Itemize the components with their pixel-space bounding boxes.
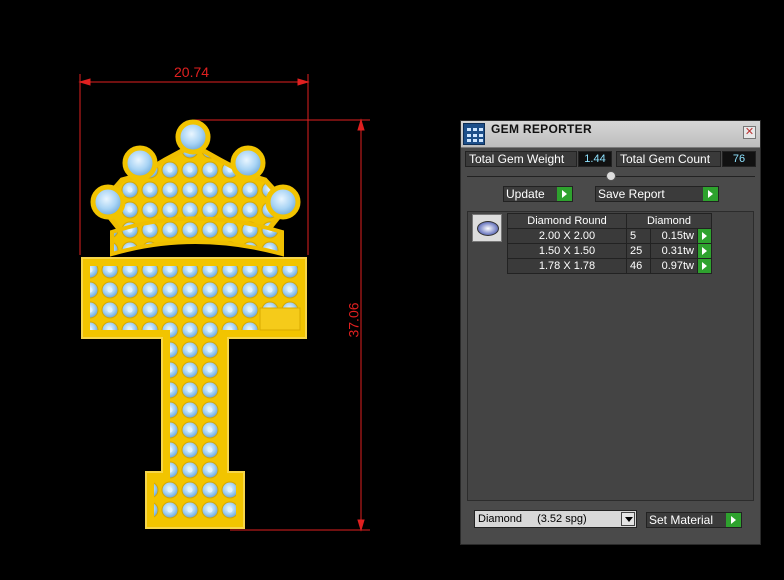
material-name: Diamond	[478, 513, 523, 525]
dropdown-arrow-icon[interactable]	[621, 512, 635, 526]
save-report-button-label: Save Report	[598, 187, 665, 201]
play-arrow-icon	[726, 513, 741, 527]
gem-count: 25	[626, 243, 651, 259]
width-dimension-label: 20.74	[174, 64, 210, 80]
gem-table: Diamond Round Diamond 2.00 X 2.00 5 0.15…	[507, 213, 712, 274]
gem-size: 1.50 X 1.50	[507, 243, 627, 259]
panel-titlebar[interactable]: GEM REPORTER ✕	[461, 121, 760, 148]
set-material-button-label: Set Material	[649, 513, 714, 527]
gem-count: 5	[626, 228, 651, 244]
gem-size: 2.00 X 2.00	[507, 228, 627, 244]
height-dimension-label: 37.06	[345, 302, 362, 338]
panel-title: GEM REPORTER	[491, 122, 592, 136]
letter-t	[81, 257, 307, 529]
table-row: 2.00 X 2.00 5 0.15tw	[507, 228, 712, 244]
table-row: 1.50 X 1.50 25 0.31tw	[507, 243, 712, 259]
material-spg: (3.52 spg)	[537, 513, 587, 525]
set-material-button[interactable]: Set Material	[646, 512, 742, 528]
table-row: 1.78 X 1.78 46 0.97tw	[507, 258, 712, 274]
splitter-handle[interactable]	[606, 171, 616, 181]
crown	[90, 119, 301, 257]
gem-reporter-panel: GEM REPORTER ✕ Total Gem Weight 1.44 Tot…	[460, 120, 761, 545]
update-button[interactable]: Update	[503, 186, 573, 202]
material-select[interactable]: Diamond (3.52 spg)	[474, 510, 637, 528]
play-arrow-icon	[703, 187, 718, 201]
gem-table-header: Diamond Round Diamond	[507, 213, 712, 229]
gem-weight: 0.97tw	[650, 258, 698, 274]
update-button-label: Update	[506, 187, 545, 201]
total-gem-weight-value: 1.44	[578, 151, 612, 167]
total-gem-count-label: Total Gem Count	[616, 151, 721, 167]
gem-weight: 0.15tw	[650, 228, 698, 244]
play-arrow-icon[interactable]	[697, 228, 712, 244]
gem-reporter-app-icon	[463, 123, 485, 145]
gem-weight: 0.31tw	[650, 243, 698, 259]
gem-size: 1.78 X 1.78	[507, 258, 627, 274]
total-gem-weight-label: Total Gem Weight	[465, 151, 577, 167]
header-shape: Diamond Round	[507, 213, 627, 229]
save-report-button[interactable]: Save Report	[595, 186, 719, 202]
gem-count: 46	[626, 258, 651, 274]
play-arrow-icon	[557, 187, 572, 201]
total-gem-count-value: 76	[722, 151, 756, 167]
close-icon[interactable]: ✕	[743, 126, 756, 139]
header-material: Diamond	[626, 213, 712, 229]
diamond-thumbnail-icon[interactable]	[472, 214, 502, 242]
play-arrow-icon[interactable]	[697, 258, 712, 274]
play-arrow-icon[interactable]	[697, 243, 712, 259]
